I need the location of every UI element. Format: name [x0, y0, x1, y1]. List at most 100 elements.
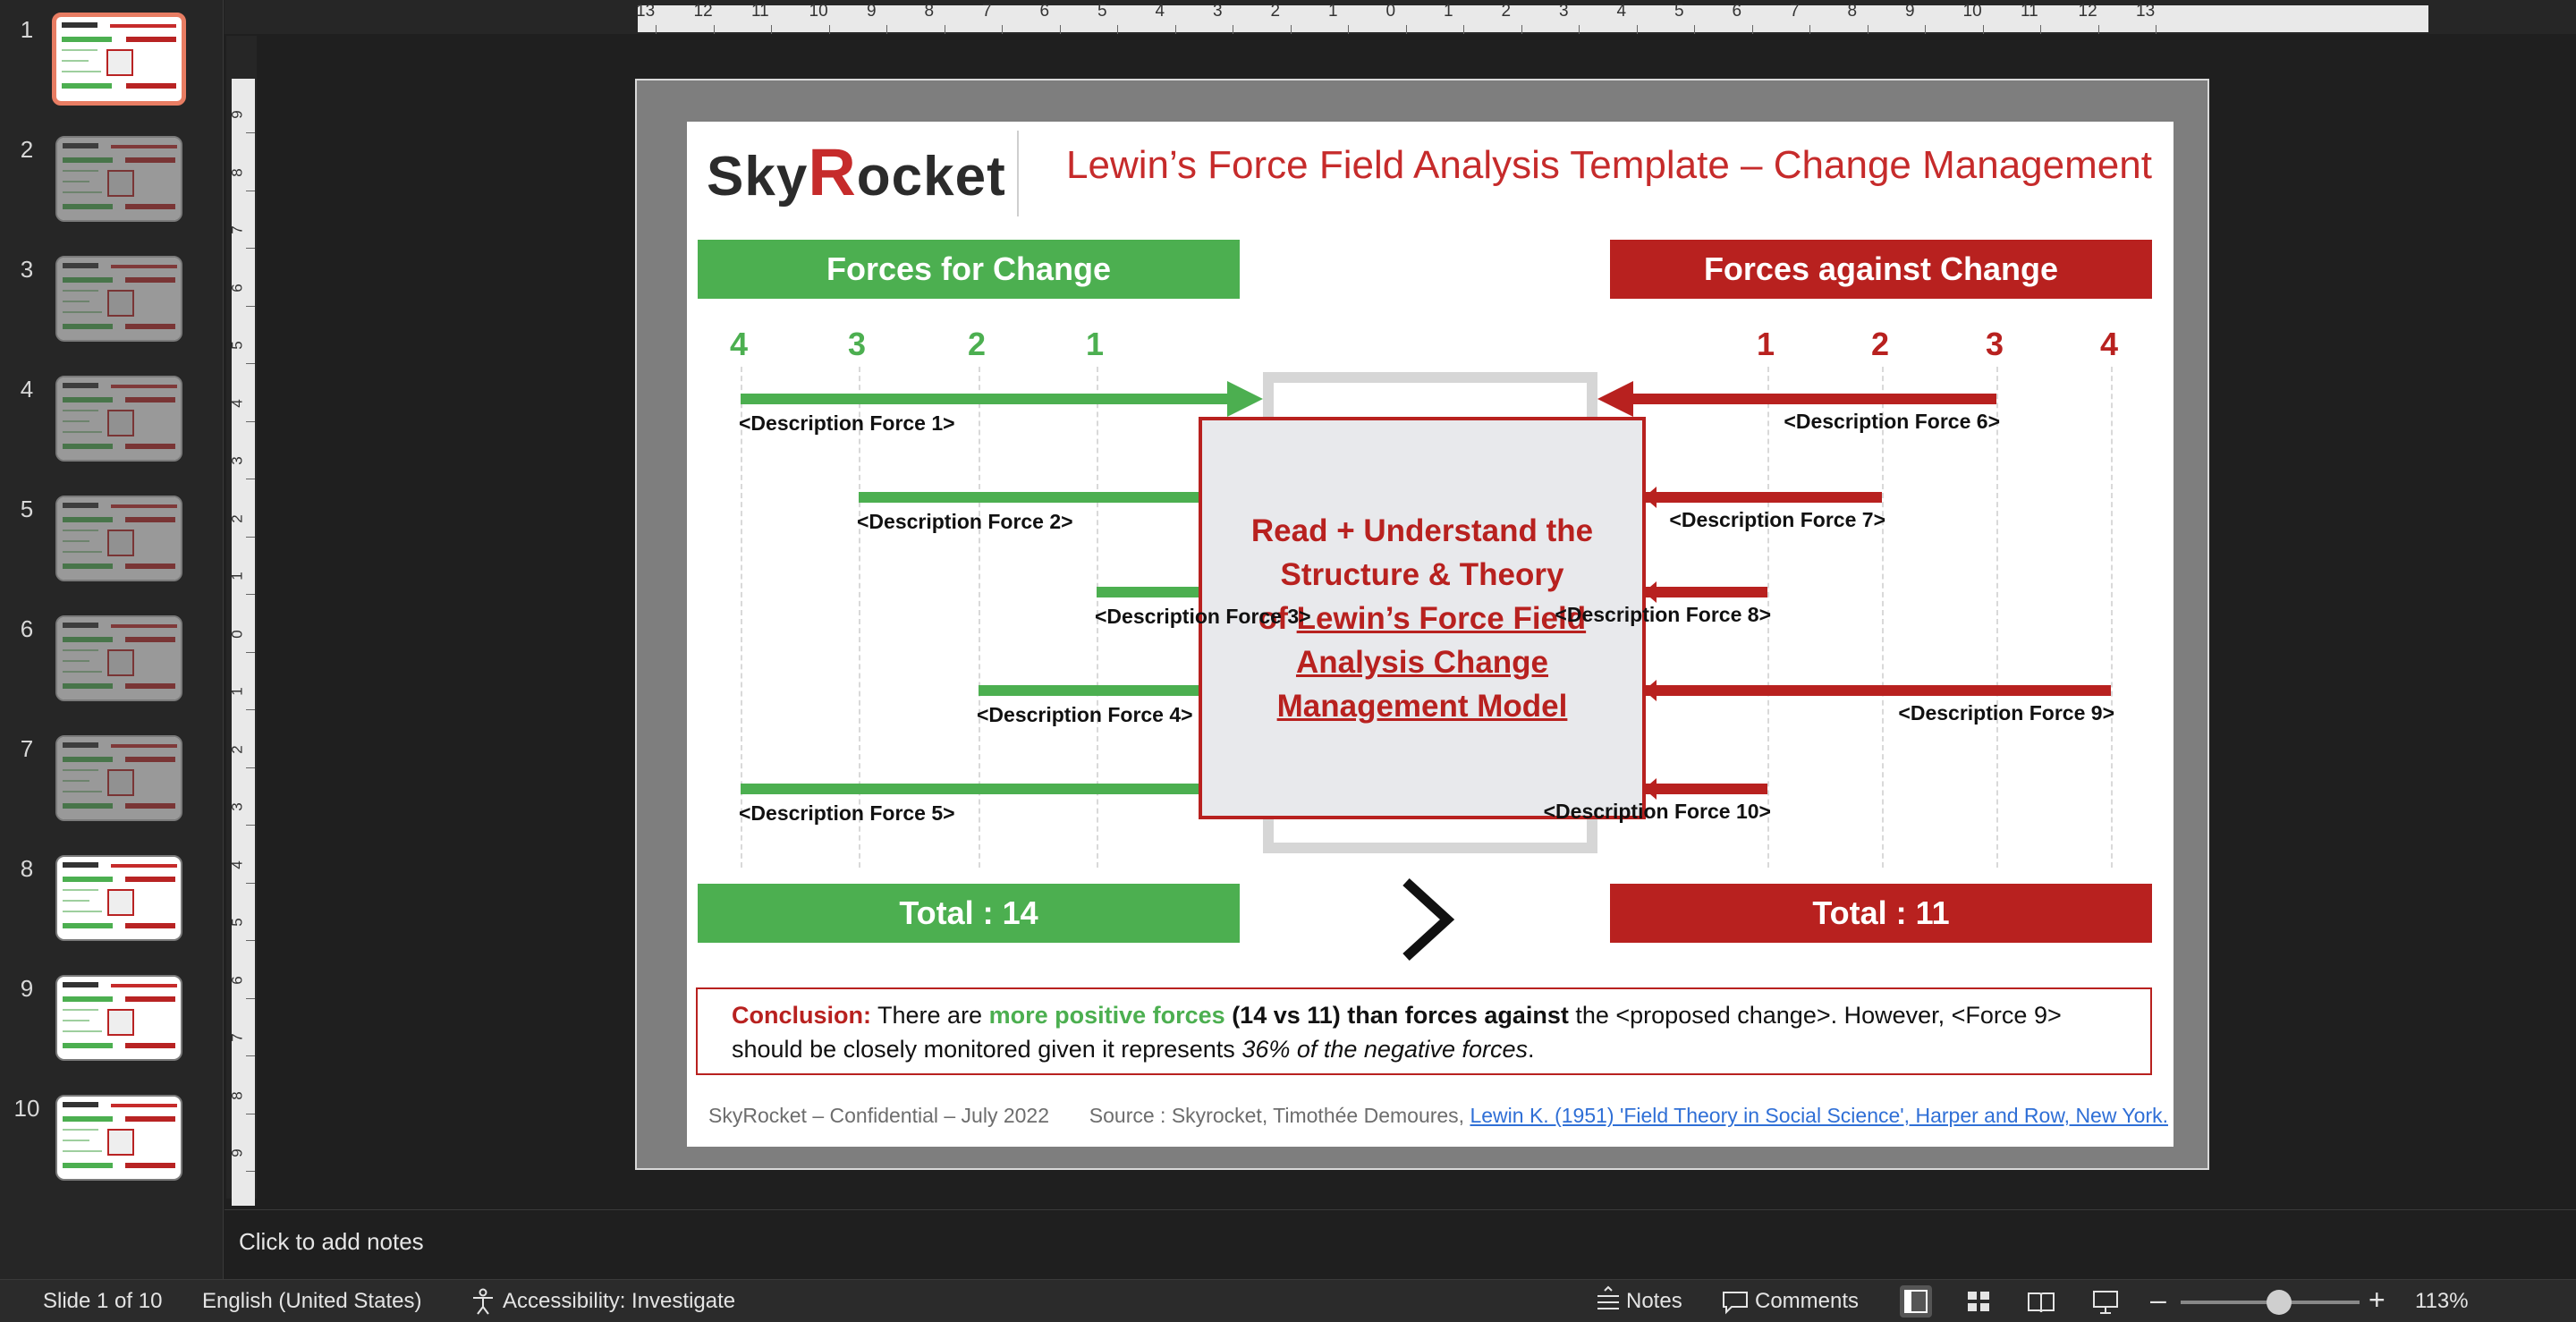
ruler-tick-label: 6 — [1732, 2, 1742, 21]
slide-number: 5 — [20, 496, 34, 522]
ruler-tick — [1290, 25, 1292, 34]
force-against-label[interactable]: <Description Force 10> — [1544, 800, 1771, 824]
ruler-tick-label: 4 — [1155, 2, 1165, 21]
ruler-tick-label: 13 — [636, 2, 656, 21]
force-for-bar[interactable] — [741, 394, 1229, 404]
force-for-bar[interactable] — [1097, 587, 1199, 597]
ruler-tick — [246, 709, 255, 710]
ruler-tick-label: 8 — [228, 167, 246, 177]
forces-against-header[interactable]: Forces against Change — [1610, 240, 2152, 299]
ruler-tick — [771, 25, 772, 34]
force-against-label[interactable]: <Description Force 9> — [1898, 701, 2114, 725]
force-against-label[interactable]: <Description Force 6> — [1784, 410, 2000, 434]
notes-icon[interactable] — [1592, 1285, 1624, 1318]
force-against-bar[interactable] — [1646, 685, 2111, 696]
forces-for-header[interactable]: Forces for Change — [698, 240, 1240, 299]
ruler-tick — [2040, 25, 2041, 34]
slide-thumbnail-panel[interactable]: 1 2 3 4 5 6 7 8 9 10 — [0, 0, 224, 1279]
slide-editor[interactable]: SkyRocket Lewin’s Force Field Analysis T… — [687, 122, 2174, 1147]
comments-icon[interactable] — [1719, 1285, 1751, 1318]
slide-thumbnail[interactable] — [55, 735, 182, 821]
reading-view-icon[interactable] — [2025, 1285, 2057, 1318]
slide-title[interactable]: Lewin’s Force Field Analysis Template – … — [1066, 143, 2152, 188]
language-indicator[interactable]: English (United States) — [202, 1289, 421, 1314]
slide-thumbnail-row[interactable]: 2 — [0, 136, 224, 234]
ruler-tick — [246, 882, 255, 884]
source-link[interactable]: Lewin K. (1951) 'Field Theory in Social … — [1470, 1104, 2168, 1127]
slide-number: 1 — [20, 16, 34, 43]
force-against-bar[interactable] — [1646, 784, 1767, 794]
force-against-bar[interactable] — [1631, 394, 1996, 404]
slide-thumbnail-row[interactable]: 8 — [0, 855, 224, 953]
ruler-tick-label: 1 — [228, 687, 246, 696]
ruler-tick-label: 4 — [1616, 2, 1627, 21]
comments-button[interactable]: Comments — [1755, 1289, 1859, 1314]
slide-thumbnail[interactable] — [55, 376, 182, 462]
force-against-bar[interactable] — [1646, 587, 1767, 597]
skyrocket-logo: SkyRocket — [707, 135, 1006, 209]
slide-thumbnail-row[interactable]: 1 — [0, 13, 224, 114]
slide-thumbnail[interactable] — [55, 496, 182, 581]
zoom-level[interactable]: 113% — [2415, 1289, 2469, 1314]
ruler-tick-label: 9 — [228, 1148, 246, 1157]
ruler-tick-label: 5 — [1674, 2, 1684, 21]
slide-thumbnail[interactable] — [55, 975, 182, 1061]
notes-pane[interactable]: Click to add notes — [225, 1209, 2576, 1277]
ruler-tick-label: 9 — [867, 2, 877, 21]
accessibility-status[interactable]: Accessibility: Investigate — [503, 1289, 735, 1314]
arrow-left-icon — [1597, 381, 1633, 417]
force-for-bar[interactable] — [859, 492, 1199, 503]
slide-thumbnail[interactable] — [55, 1095, 182, 1181]
force-for-label[interactable]: <Description Force 3> — [1095, 605, 1311, 629]
normal-view-icon[interactable] — [1900, 1285, 1932, 1318]
force-against-label[interactable]: <Description Force 8> — [1555, 603, 1771, 627]
slide-thumbnail-row[interactable]: 4 — [0, 376, 224, 474]
slide-thumbnail-row[interactable]: 5 — [0, 496, 224, 594]
ruler-tick — [1694, 25, 1695, 34]
slide-thumbnail-row[interactable]: 6 — [0, 615, 224, 714]
ruler-tick-label: 9 — [1905, 2, 1915, 21]
slide-thumbnail[interactable] — [52, 13, 186, 106]
slide-thumbnail-row[interactable]: 10 — [0, 1095, 224, 1193]
total-against[interactable]: Total : 11 — [1610, 884, 2152, 943]
ruler-tick — [246, 767, 255, 768]
slideshow-icon[interactable] — [2089, 1285, 2122, 1318]
conclusion-box[interactable]: Conclusion: There are more positive forc… — [696, 987, 2152, 1075]
force-for-label[interactable]: <Description Force 5> — [739, 801, 955, 826]
scale-gridline — [1882, 367, 1884, 868]
ruler-tick-label: 12 — [693, 2, 713, 21]
slide-thumbnail-row[interactable]: 7 — [0, 735, 224, 834]
force-for-label[interactable]: <Description Force 1> — [739, 411, 955, 436]
slide-thumbnail-row[interactable]: 3 — [0, 256, 224, 354]
slide-thumbnail[interactable] — [55, 136, 182, 222]
slide-thumbnail[interactable] — [55, 855, 182, 941]
ruler-tick — [1463, 25, 1464, 34]
arrow-left-icon — [1644, 581, 1657, 603]
slide-thumbnail-row[interactable]: 9 — [0, 975, 224, 1073]
ruler-tick-label: 8 — [1847, 2, 1858, 21]
total-for[interactable]: Total : 14 — [698, 884, 1240, 943]
slide-thumbnail[interactable] — [55, 615, 182, 701]
force-against-bar[interactable] — [1646, 492, 1882, 503]
zoom-slider-handle[interactable] — [2267, 1290, 2292, 1315]
slide-number: 10 — [13, 1095, 40, 1122]
ruler-tick-label: 1 — [1328, 2, 1338, 21]
ruler-tick-label: 3 — [1559, 2, 1569, 21]
ruler-tick-label: 8 — [228, 1090, 246, 1100]
status-bar: Slide 1 of 10 English (United States) Ac… — [0, 1279, 2576, 1322]
ruler-tick-label: 11 — [751, 2, 769, 21]
force-for-label[interactable]: <Description Force 4> — [977, 703, 1193, 727]
force-against-label[interactable]: <Description Force 7> — [1669, 508, 1885, 532]
force-for-bar[interactable] — [741, 784, 1199, 794]
force-for-bar[interactable] — [979, 685, 1199, 696]
force-for-label[interactable]: <Description Force 2> — [857, 510, 1073, 534]
notes-placeholder[interactable]: Click to add notes — [239, 1228, 424, 1256]
slide-thumbnail[interactable] — [55, 256, 182, 342]
zoom-out-button[interactable]: – — [2150, 1284, 2166, 1317]
ruler-tick — [828, 25, 830, 34]
zoom-in-button[interactable]: + — [2368, 1284, 2385, 1317]
ruler-tick — [2156, 25, 2157, 34]
accessibility-icon[interactable] — [467, 1285, 499, 1318]
notes-button[interactable]: Notes — [1626, 1289, 1682, 1314]
slide-sorter-icon[interactable] — [1962, 1285, 1995, 1318]
